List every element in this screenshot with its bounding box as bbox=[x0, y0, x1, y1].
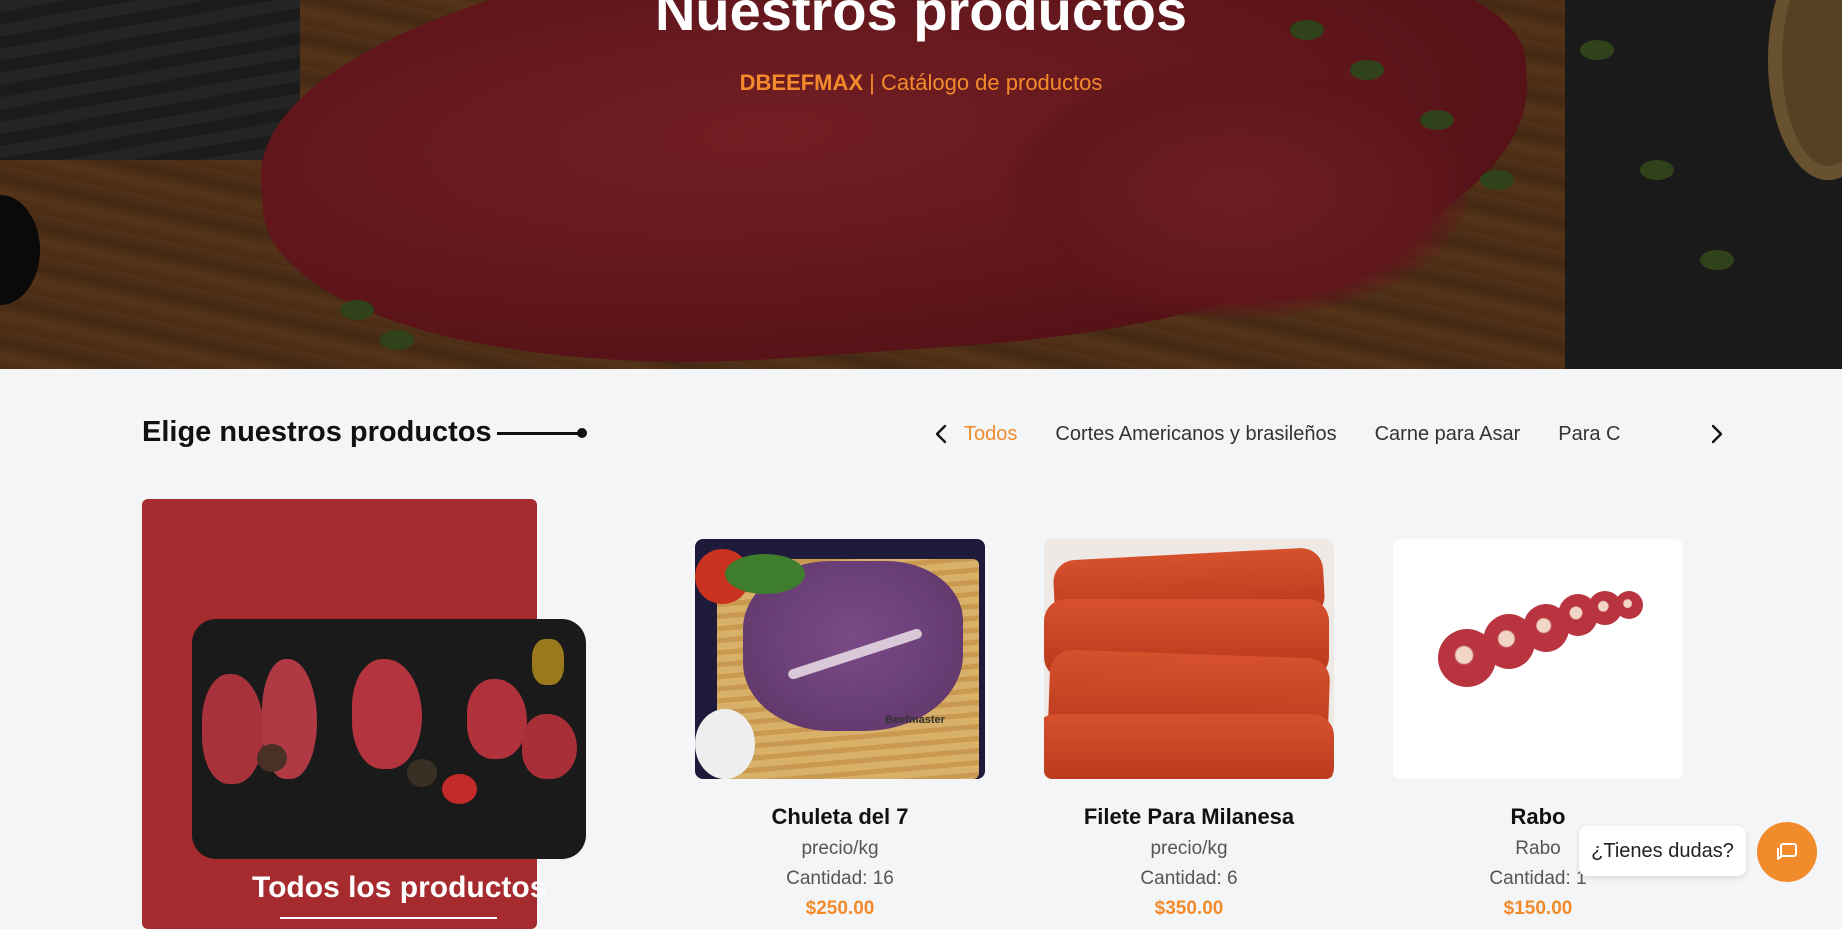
featured-category-label[interactable]: Todos los productos bbox=[252, 871, 546, 905]
tab-carne-para-asar[interactable]: Carne para Asar bbox=[1375, 423, 1521, 446]
product-quantity: Cantidad: 16 bbox=[786, 868, 894, 889]
meat-cut bbox=[202, 674, 264, 784]
section-title-line bbox=[497, 432, 579, 435]
product-quantity: Cantidad: 6 bbox=[1140, 868, 1238, 889]
product-image[interactable]: Beefmaster bbox=[695, 539, 985, 779]
section-title-dot bbox=[577, 428, 587, 438]
product-card[interactable]: Beefmaster Chuleta del 7 precio/kg Canti… bbox=[695, 539, 985, 920]
tab-para-c[interactable]: Para C bbox=[1558, 423, 1620, 446]
featured-meat-image bbox=[192, 619, 586, 859]
hero-banner: Nuestros productos DBEEFMAX | Catálogo d… bbox=[0, 0, 1842, 369]
catalog-subtitle: | Catálogo de productos bbox=[863, 70, 1103, 95]
chat-button[interactable] bbox=[1757, 822, 1817, 882]
spice-bowl bbox=[442, 774, 477, 804]
tab-cortes-americanos[interactable]: Cortes Americanos y brasileños bbox=[1055, 423, 1336, 446]
product-name: Filete Para Milanesa bbox=[1083, 804, 1295, 829]
featured-label-underline bbox=[280, 917, 497, 919]
product-name: Chuleta del 7 bbox=[771, 804, 909, 829]
chat-prompt-bubble[interactable]: ¿Tienes dudas? bbox=[1579, 826, 1746, 876]
pepper-bowl bbox=[407, 759, 437, 787]
chat-icon bbox=[1777, 843, 1797, 860]
beefmaster-logo: Beefmaster bbox=[885, 714, 945, 726]
fillet-slice bbox=[1044, 714, 1334, 779]
chevron-left-icon[interactable] bbox=[930, 419, 952, 449]
product-image[interactable] bbox=[1044, 539, 1334, 779]
hero-subtitle: DBEEFMAX | Catálogo de productos bbox=[0, 70, 1842, 96]
onion-garnish bbox=[695, 709, 755, 779]
product-unit: precio/kg bbox=[801, 838, 879, 859]
parsley-garnish bbox=[725, 554, 805, 594]
product-price: $150.00 bbox=[1503, 898, 1573, 919]
product-price: $350.00 bbox=[1154, 898, 1224, 919]
oxtail-piece bbox=[1615, 591, 1643, 619]
meat-cut bbox=[352, 659, 422, 769]
meat-cut bbox=[522, 714, 577, 779]
oil-bottle bbox=[532, 639, 564, 685]
page-title: Nuestros productos bbox=[654, 0, 1188, 42]
product-unit: precio/kg bbox=[1150, 838, 1228, 859]
section-title: Elige nuestros productos bbox=[142, 416, 492, 448]
tab-todos[interactable]: Todos bbox=[964, 423, 1017, 446]
pepper-bowl bbox=[257, 744, 287, 772]
product-price: $250.00 bbox=[805, 898, 875, 919]
meat-cut bbox=[467, 679, 527, 759]
tab-viewport: Todos Cortes Americanos y brasileños Carne… bbox=[964, 423, 1694, 446]
chevron-right-icon[interactable] bbox=[1706, 419, 1728, 449]
hero-overlay bbox=[0, 0, 1842, 369]
product-image[interactable] bbox=[1393, 539, 1683, 779]
brand-name: DBEEFMAX bbox=[739, 70, 864, 95]
product-card[interactable]: Filete Para Milanesa precio/kg Cantidad:… bbox=[1044, 539, 1334, 920]
category-tabs: Todos Cortes Americanos y brasileños Carne… bbox=[930, 419, 1728, 449]
